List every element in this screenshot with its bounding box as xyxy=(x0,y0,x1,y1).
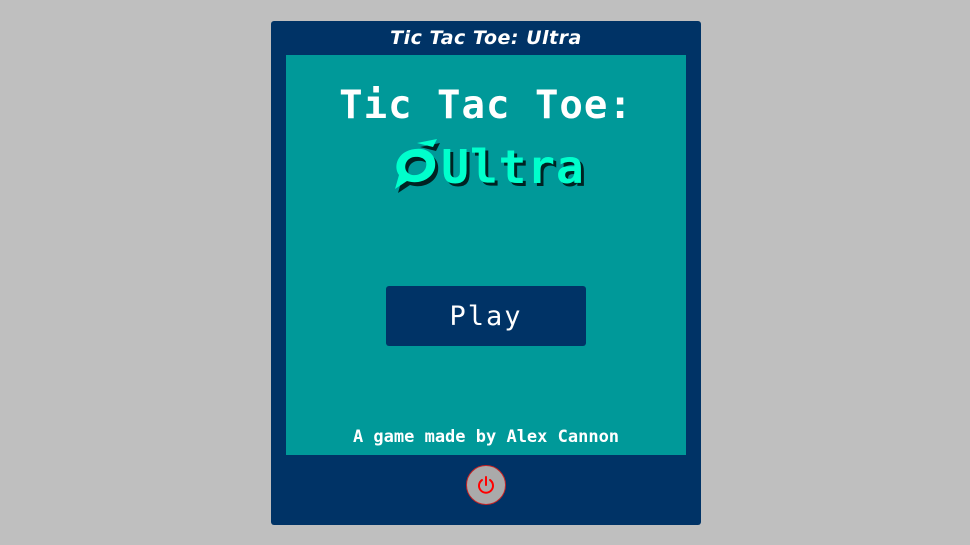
power-icon xyxy=(478,476,494,494)
power-button[interactable] xyxy=(466,465,506,505)
play-button[interactable]: Play xyxy=(386,286,586,346)
game-title-line1: Tic Tac Toe: xyxy=(339,83,633,128)
game-title-logo: Ultra xyxy=(286,135,686,199)
credit-text: A game made by Alex Cannon xyxy=(352,427,620,447)
game-screen: Tic Tac Toe: Ultra Play A game made by A… xyxy=(286,55,686,455)
window-title: Tic Tac Toe: Ultra xyxy=(390,27,582,49)
game-frame: Tic Tac Toe: Ultra Tic Tac Toe: Ultra Pl… xyxy=(271,21,701,525)
speech-swirl-icon xyxy=(395,139,441,193)
game-title-line2: Ultra xyxy=(441,140,585,194)
